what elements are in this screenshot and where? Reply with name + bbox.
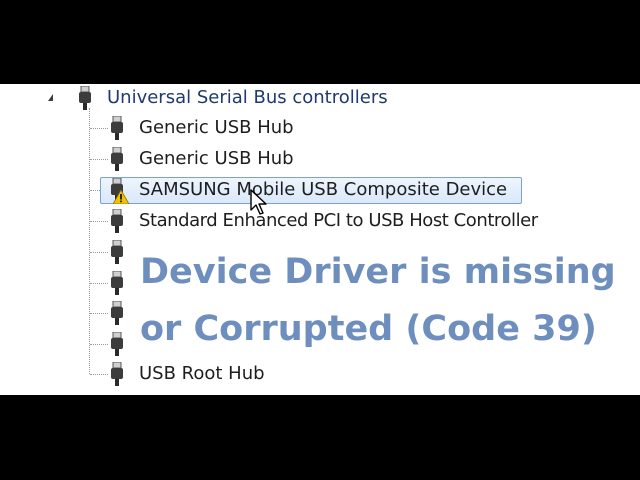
tree-guide-line bbox=[89, 108, 90, 374]
mouse-cursor-icon bbox=[250, 189, 267, 215]
usb-plug-icon bbox=[111, 362, 123, 386]
error-caption: Device Driver is missing or Corrupted (C… bbox=[140, 244, 616, 358]
tree-guide-branch bbox=[90, 374, 108, 375]
tree-guide-branch bbox=[90, 128, 108, 129]
usb-plug-icon bbox=[111, 271, 123, 295]
tree-item-label: Generic USB Hub bbox=[139, 148, 294, 169]
tree-item-label: Standard Enhanced PCI to USB Host Contro… bbox=[139, 210, 538, 231]
warning-icon bbox=[113, 190, 129, 204]
usb-plug-icon bbox=[111, 209, 123, 233]
usb-plug-icon bbox=[111, 116, 123, 140]
expand-collapse-icon[interactable] bbox=[48, 94, 53, 101]
tree-item-label: Generic USB Hub bbox=[139, 117, 294, 138]
usb-plug-icon bbox=[111, 301, 123, 325]
error-caption-line-1: Device Driver is missing bbox=[140, 252, 616, 292]
tree-guide-branch bbox=[90, 344, 108, 345]
tree-guide-branch bbox=[90, 252, 108, 253]
usb-plug-icon bbox=[111, 240, 123, 264]
device-manager-tree: Universal Serial Bus controllers Generic… bbox=[0, 84, 640, 395]
error-caption-line-2: or Corrupted (Code 39) bbox=[140, 309, 597, 349]
tree-guide-branch bbox=[90, 159, 108, 160]
usb-plug-icon bbox=[111, 147, 123, 171]
usb-controller-icon bbox=[79, 86, 91, 110]
tree-item-label: SAMSUNG Mobile USB Composite Device bbox=[139, 179, 508, 200]
category-label: Universal Serial Bus controllers bbox=[107, 87, 388, 108]
tree-item-label: USB Root Hub bbox=[139, 363, 265, 384]
tree-guide-branch bbox=[90, 313, 108, 314]
tree-guide-branch bbox=[90, 221, 108, 222]
tree-guide-branch bbox=[90, 283, 108, 284]
usb-plug-icon bbox=[111, 332, 123, 356]
